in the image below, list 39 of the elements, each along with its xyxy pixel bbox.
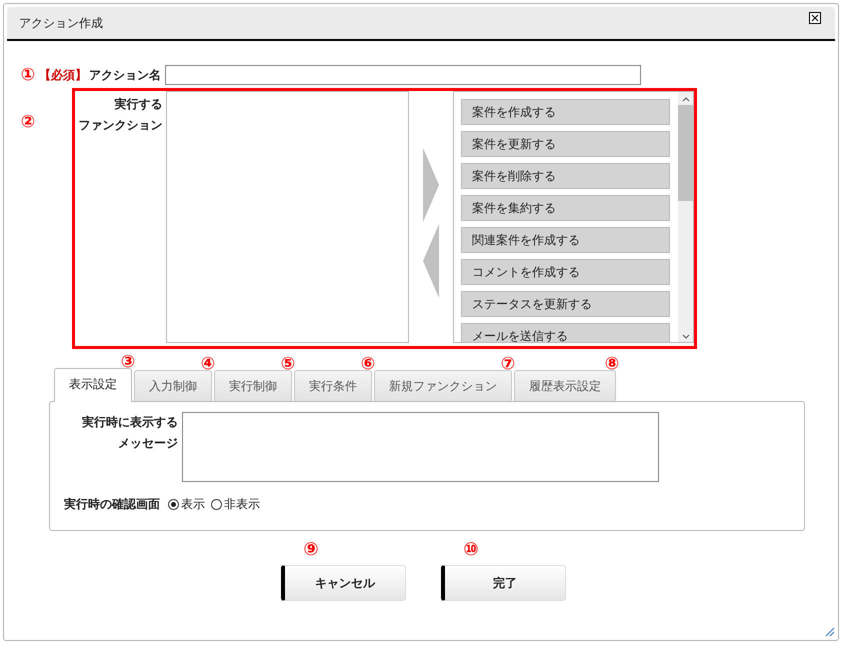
- field-label: メッセージ: [118, 435, 178, 452]
- function-item[interactable]: 案件を集約する: [460, 195, 670, 221]
- field-label: アクション名: [89, 66, 161, 84]
- tab[interactable]: 新規ファンクション: [374, 370, 512, 401]
- dialog-button[interactable]: 完了: [441, 565, 566, 601]
- callout-number: ②: [20, 112, 36, 132]
- function-item[interactable]: メールを送信する: [460, 323, 670, 342]
- scroll-up-icon[interactable]: [682, 97, 690, 102]
- scroll-down-icon[interactable]: [682, 334, 690, 339]
- function-item[interactable]: 案件を更新する: [460, 131, 670, 157]
- function-item[interactable]: 案件を削除する: [460, 163, 670, 189]
- close-icon[interactable]: [809, 12, 821, 24]
- function-item[interactable]: 関連案件を作成する: [460, 227, 670, 253]
- tab[interactable]: 入力制御: [134, 370, 212, 401]
- radio-option[interactable]: 表示: [168, 496, 205, 513]
- field-label: 実行時の確認画面: [64, 496, 160, 513]
- tab[interactable]: 履歴表示設定: [514, 370, 616, 401]
- window-title: アクション作成: [19, 14, 103, 32]
- radio-option[interactable]: 非表示: [211, 496, 260, 513]
- field-label: ファンクション: [78, 117, 163, 134]
- callout-number: ⑨: [302, 540, 320, 560]
- tab[interactable]: 実行制御: [214, 370, 292, 401]
- dialog-button[interactable]: キャンセル: [281, 565, 406, 601]
- resize-grip-icon[interactable]: [825, 627, 835, 637]
- action-name-field[interactable]: [165, 65, 641, 85]
- function-item[interactable]: コメントを作成する: [460, 259, 670, 285]
- function-item[interactable]: 案件を作成する: [460, 99, 670, 125]
- field-label: 実行する: [114, 96, 163, 113]
- scrollbar[interactable]: [678, 92, 694, 342]
- callout-number: ①: [20, 65, 36, 85]
- field-label: 実行時に表示する: [82, 414, 178, 431]
- required-label: 【必須】: [39, 66, 87, 84]
- move-left-icon[interactable]: [422, 224, 439, 298]
- callout-number: ⑩: [462, 540, 480, 560]
- function-item[interactable]: ステータスを更新する: [460, 291, 670, 317]
- tab[interactable]: 実行条件: [294, 370, 372, 401]
- tab[interactable]: 表示設定: [54, 368, 132, 402]
- move-right-icon[interactable]: [422, 148, 439, 222]
- message-field[interactable]: [182, 412, 659, 482]
